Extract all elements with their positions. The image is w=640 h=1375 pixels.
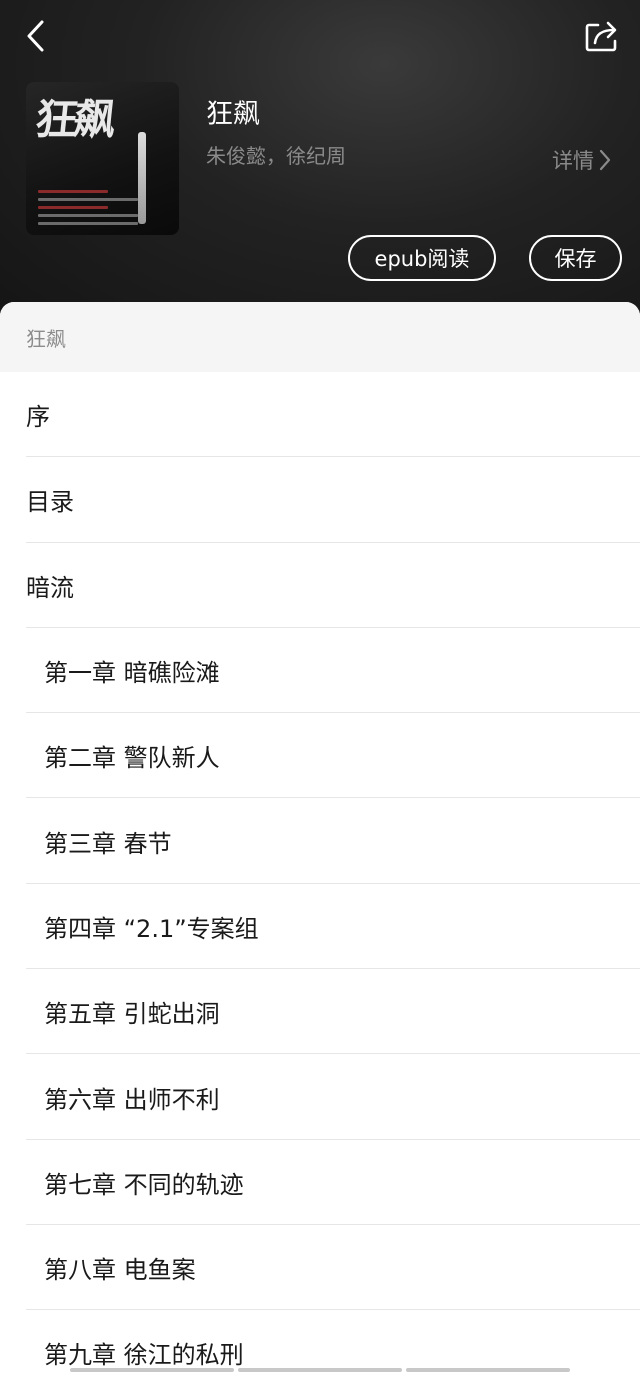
toc-item-chapter-9[interactable]: 第九章 徐江的私刑 [0,1310,640,1375]
back-button[interactable] [14,14,58,58]
toc-heading: 狂飙 [0,302,640,372]
book-authors: 朱俊懿，徐纪周 [206,144,346,168]
toc-item-part[interactable]: 暗流 [0,543,640,629]
toc-item-chapter-5[interactable]: 第五章 引蛇出洞 [0,969,640,1055]
epub-read-button[interactable]: epub阅读 [348,235,496,281]
cover-figure [138,132,146,224]
book-header: 狂飙 狂飙 朱俊懿，徐纪周 详情 epub阅读 保存 [0,0,640,320]
toc-item-chapter-3[interactable]: 第三章 春节 [0,798,640,885]
toc-item-chapter-2[interactable]: 第二章 警队新人 [0,713,640,799]
share-button[interactable] [578,12,626,60]
share-icon [585,21,617,52]
toc-item-chapter-8[interactable]: 第八章 电鱼案 [0,1225,640,1311]
chevron-left-icon [27,20,44,52]
save-button[interactable]: 保存 [529,235,622,281]
details-label: 详情 [552,149,594,173]
cover-blurb [38,185,138,225]
cover-title: 狂飙 [33,95,115,144]
scroll-indicator [70,1368,570,1372]
book-detail-screen: 狂飙 狂飙 朱俊懿，徐纪周 详情 epub阅读 保存 狂飙 序 目录 暗流 第一… [0,0,640,1375]
toc-item-preface[interactable]: 序 [0,372,640,458]
toc-item-chapter-7[interactable]: 第七章 不同的轨迹 [0,1140,640,1226]
toc-sheet: 狂飙 序 目录 暗流 第一章 暗礁险滩 第二章 警队新人 第三章 春节 第四章 … [0,302,640,1375]
book-title: 狂飙 [206,99,260,130]
details-link[interactable]: 详情 [552,145,612,175]
toc-item-chapter-4[interactable]: 第四章 “2.1”专案组 [0,884,640,970]
book-cover[interactable]: 狂飙 [26,82,179,235]
toc-item-chapter-1[interactable]: 第一章 暗礁险滩 [0,628,640,714]
chevron-right-icon [599,149,611,171]
toc-item-contents[interactable]: 目录 [0,457,640,543]
toc-item-chapter-6[interactable]: 第六章 出师不利 [0,1054,640,1140]
